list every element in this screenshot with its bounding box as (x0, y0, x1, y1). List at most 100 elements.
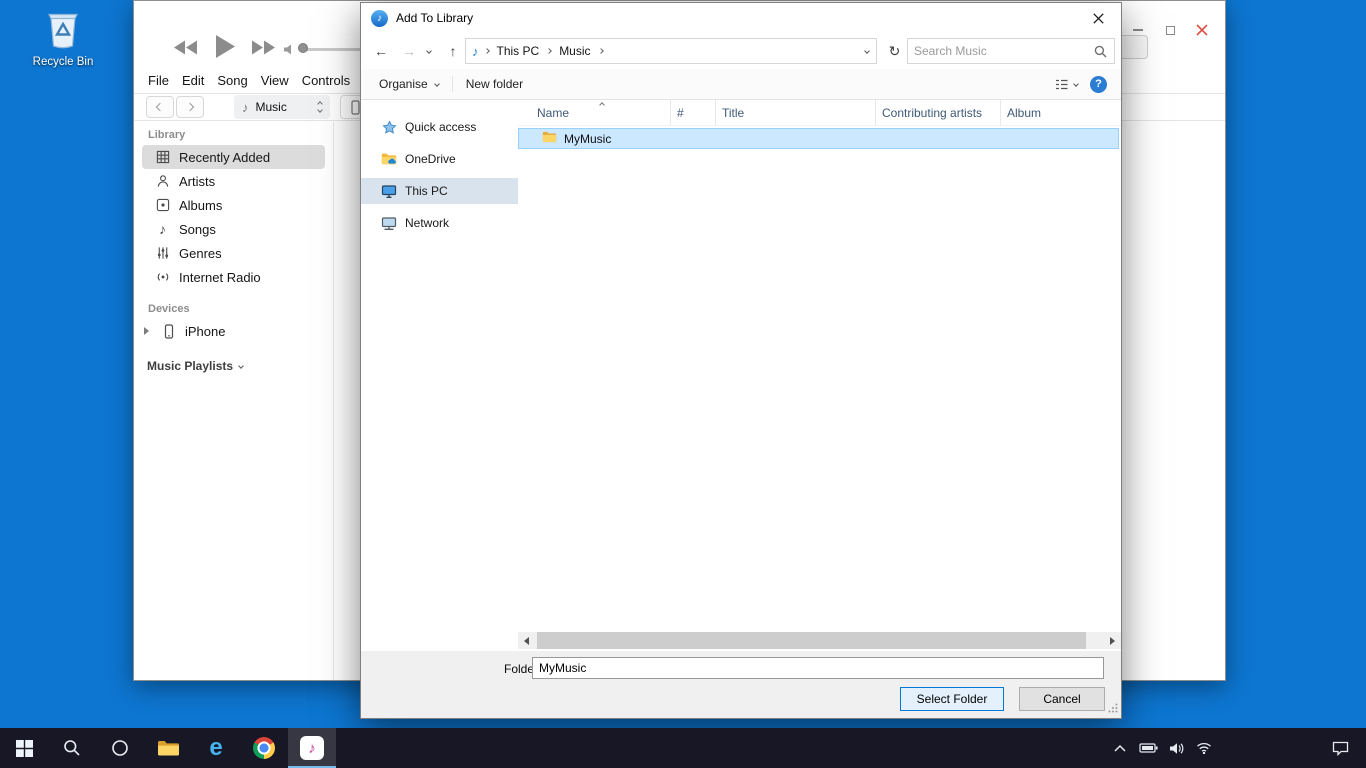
menu-view[interactable]: View (261, 73, 289, 88)
itunes-back-button[interactable] (146, 96, 174, 118)
sidebar-item-albums[interactable]: Albums (142, 193, 325, 217)
column-header-title[interactable]: Title (716, 100, 876, 125)
library-heading: Library (148, 129, 333, 141)
cortana-button[interactable] (96, 728, 144, 768)
cancel-button[interactable]: Cancel (1019, 687, 1105, 711)
sidebar-item-iphone[interactable]: iPhone (142, 319, 325, 343)
artists-icon (155, 174, 170, 188)
forward-button[interactable]: → (397, 40, 421, 62)
file-row-mymusic[interactable]: MyMusic (518, 128, 1119, 149)
volume-tray-button[interactable] (1166, 728, 1186, 768)
nav-item-label: Network (405, 216, 449, 230)
menu-edit[interactable]: Edit (182, 73, 204, 88)
rewind-button[interactable] (174, 40, 198, 55)
play-button[interactable] (216, 35, 235, 58)
expand-arrow-icon[interactable] (144, 327, 149, 335)
organise-button[interactable]: Organise (379, 77, 439, 91)
taskbar: e ♪ (0, 728, 1366, 768)
menu-song[interactable]: Song (217, 73, 247, 88)
sidebar-item-genres[interactable]: Genres (142, 241, 325, 265)
genres-icon (155, 246, 170, 260)
maximize-button[interactable] (1157, 19, 1183, 41)
itunes-taskbar-button[interactable]: ♪ (288, 728, 336, 768)
file-explorer-button[interactable] (144, 728, 192, 768)
show-hidden-icons-button[interactable] (1110, 728, 1130, 768)
breadcrumb-separator-icon (484, 48, 490, 54)
nav-item-this-pc[interactable]: This PC (361, 178, 518, 204)
iphone-icon (351, 100, 360, 115)
cortana-icon (111, 739, 129, 757)
itunes-forward-button[interactable] (176, 96, 204, 118)
internet-explorer-icon: e (209, 736, 222, 760)
new-folder-button[interactable]: New folder (466, 77, 523, 91)
fast-forward-button[interactable] (251, 40, 275, 55)
breadcrumb-this-pc[interactable]: This PC (490, 39, 547, 63)
resize-grip[interactable] (1108, 702, 1118, 716)
close-button[interactable] (1189, 19, 1215, 41)
folder-name-input[interactable] (532, 657, 1104, 679)
chevron-down-icon (238, 363, 244, 369)
breadcrumb-separator-icon (598, 48, 604, 54)
column-header-number[interactable]: # (671, 100, 716, 125)
scrollbar-thumb[interactable] (537, 632, 1086, 649)
volume-slider[interactable] (304, 48, 368, 51)
address-dropdown-button[interactable] (858, 49, 876, 53)
media-kind-label: Music (256, 100, 287, 114)
dialog-title-bar: ♪ Add To Library (361, 3, 1121, 33)
recycle-bin[interactable]: Recycle Bin (26, 8, 100, 68)
internet-explorer-button[interactable]: e (192, 728, 240, 768)
file-name: MyMusic (564, 132, 611, 146)
refresh-button[interactable]: ↻ (882, 38, 907, 64)
dialog-close-button[interactable] (1076, 3, 1121, 33)
sidebar-item-artists[interactable]: Artists (142, 169, 325, 193)
breadcrumb-music[interactable]: Music (552, 39, 597, 63)
nav-item-label: Quick access (405, 120, 476, 134)
taskbar-search-button[interactable] (48, 728, 96, 768)
menu-file[interactable]: File (148, 73, 169, 88)
start-button[interactable] (0, 728, 48, 768)
back-button[interactable]: ← (369, 40, 393, 62)
volume-icon (284, 44, 295, 58)
column-header-name[interactable]: Name (518, 100, 671, 125)
address-bar[interactable]: ♪ This PC Music (465, 38, 877, 64)
nav-item-network[interactable]: Network (361, 210, 518, 236)
scroll-right-button[interactable] (1104, 632, 1121, 649)
horizontal-scrollbar[interactable] (518, 632, 1121, 649)
music-playlists-heading[interactable]: Music Playlists (147, 359, 333, 373)
sidebar-item-internet-radio[interactable]: Internet Radio (142, 265, 325, 289)
quick-access-star-icon (381, 120, 397, 135)
sidebar-item-label: Albums (179, 198, 222, 213)
recycle-bin-label: Recycle Bin (33, 56, 94, 68)
dialog-toolbar: Organise New folder ? (361, 69, 1121, 100)
selector-chevrons-icon (318, 102, 322, 112)
scrollbar-track[interactable] (535, 632, 1104, 649)
volume-slider-knob[interactable] (298, 43, 308, 53)
action-center-button[interactable] (1318, 728, 1362, 768)
scroll-left-button[interactable] (518, 632, 535, 649)
itunes-app-icon: ♪ (371, 10, 388, 27)
action-center-icon (1332, 741, 1349, 756)
dialog-title: Add To Library (396, 11, 473, 25)
sidebar-item-songs[interactable]: ♪ Songs (142, 217, 325, 241)
column-header-contributing-artists[interactable]: Contributing artists (876, 100, 1001, 125)
network-tray-button[interactable] (1194, 728, 1214, 768)
up-button[interactable]: ↑ (441, 40, 465, 62)
search-icon[interactable] (1094, 45, 1107, 58)
menu-controls[interactable]: Controls (302, 73, 350, 88)
recent-locations-dropdown[interactable] (421, 40, 437, 62)
nav-item-onedrive[interactable]: OneDrive (361, 146, 518, 172)
nav-item-quick-access[interactable]: Quick access (361, 114, 518, 140)
chevron-up-icon (1114, 744, 1126, 752)
select-folder-button[interactable]: Select Folder (900, 687, 1004, 711)
search-input[interactable] (908, 44, 1094, 58)
chrome-button[interactable] (240, 728, 288, 768)
sort-ascending-icon (599, 102, 605, 108)
search-icon (63, 739, 81, 757)
file-list-header: Name # Title Contributing artists Album (518, 100, 1121, 126)
media-kind-selector[interactable]: ♪ Music (234, 95, 330, 119)
sidebar-item-recently-added[interactable]: Recently Added (142, 145, 325, 169)
battery-tray-button[interactable] (1138, 728, 1158, 768)
column-header-album[interactable]: Album (1001, 100, 1121, 125)
help-button[interactable]: ? (1090, 76, 1107, 93)
change-view-button[interactable] (1054, 77, 1078, 92)
